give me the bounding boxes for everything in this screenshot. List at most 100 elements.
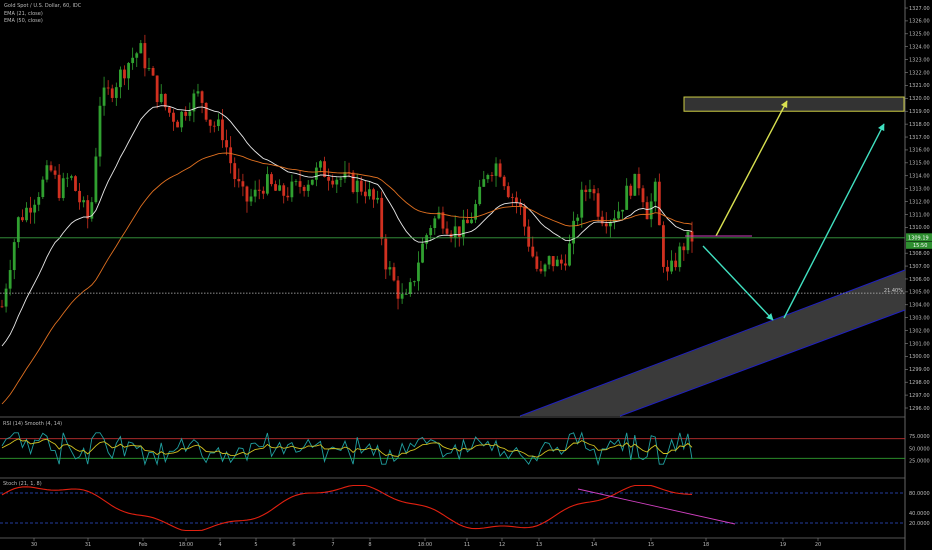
candle-body <box>265 174 269 194</box>
candle-body <box>135 53 139 58</box>
candle-body <box>637 173 641 189</box>
channel-upper-edge <box>519 269 906 417</box>
bullish-arrow-yellow <box>715 100 788 237</box>
candle-body <box>470 219 473 224</box>
price-tick-label: 1303.00 <box>909 315 930 321</box>
candle-body <box>282 185 286 196</box>
candle-body <box>16 217 20 243</box>
time-tick-label: 11 <box>464 542 470 548</box>
candle-body <box>147 67 151 69</box>
price-tick-label: 1302.00 <box>909 328 930 334</box>
candle-body <box>298 181 302 187</box>
candle-body <box>584 189 588 193</box>
price-tick-label: 1297.00 <box>909 393 930 399</box>
candle-body <box>65 177 69 179</box>
candle-body <box>686 231 690 251</box>
legend-ema50: EMA (50, close) <box>4 18 43 24</box>
candle-body <box>151 67 155 76</box>
candle-body <box>237 179 241 182</box>
candle-body <box>670 260 673 272</box>
price-tick-label: 1315.00 <box>909 161 930 167</box>
candle-body <box>527 226 531 247</box>
price-tick-label: 1313.00 <box>909 186 930 192</box>
candle-body <box>555 259 559 267</box>
candle-body <box>335 179 339 185</box>
candle-body <box>506 186 510 198</box>
time-tick-label: 6 <box>292 542 295 548</box>
candle-body <box>478 186 482 205</box>
price-tick-label: 1299.00 <box>909 367 930 373</box>
candle-body <box>257 189 261 191</box>
stoch-divergence-line <box>577 488 736 525</box>
candle-body <box>617 211 620 219</box>
candle-body <box>559 259 563 264</box>
time-tick-label: 18:00 <box>418 542 432 548</box>
price-tick-label: 1308.00 <box>909 251 930 257</box>
candle-body <box>645 202 649 220</box>
price-tick-label: 1296.00 <box>909 406 930 412</box>
candle-body <box>568 243 571 266</box>
candle-body <box>208 119 212 126</box>
candle-body <box>580 189 584 218</box>
candle-body <box>78 190 81 203</box>
price-tick-label: 1305.00 <box>909 290 930 296</box>
price-tick-label: 1321.00 <box>909 83 930 89</box>
candle-body <box>425 235 429 244</box>
candle-body <box>270 174 273 185</box>
candle-body <box>249 196 253 202</box>
candle-body <box>294 181 298 182</box>
candle-body <box>25 207 28 221</box>
candle-body <box>131 57 135 64</box>
price-tick-label: 1324.00 <box>909 45 930 51</box>
candle-body <box>0 306 4 308</box>
time-tick-label: 19 <box>780 542 786 548</box>
candle-body <box>331 180 335 185</box>
candle-body <box>253 189 257 197</box>
price-tick-label: 1317.00 <box>909 135 930 141</box>
candle-body <box>188 111 192 116</box>
candle-body <box>98 105 102 157</box>
candle-body <box>502 176 506 187</box>
candle-body <box>37 197 41 205</box>
candle-body <box>380 197 384 239</box>
price-tick-label: 1298.00 <box>909 380 930 386</box>
fib-level-label: 21.40% <box>884 288 903 294</box>
price-tick-label: 1301.00 <box>909 341 930 347</box>
time-tick-label: 12 <box>499 542 505 548</box>
chart-title: Gold Spot / U.S. Dollar, 60, IDC <box>4 3 82 9</box>
candle-body <box>49 165 53 171</box>
candle-body <box>445 228 449 234</box>
candle-body <box>225 140 228 148</box>
price-tick-label: 1304.00 <box>909 303 930 309</box>
candle-body <box>212 125 216 127</box>
price-tick-label: 1327.00 <box>909 6 930 12</box>
candle-body <box>41 179 45 198</box>
candle-body <box>649 201 653 220</box>
time-tick-label: 15 <box>648 542 654 548</box>
candle-body <box>531 246 535 257</box>
candle-body <box>119 69 122 88</box>
candle-body <box>682 246 686 251</box>
candle-body <box>625 185 629 210</box>
candle-body <box>376 197 380 200</box>
candle-body <box>290 181 294 198</box>
candle-body <box>392 267 396 281</box>
time-tick-label: 30 <box>31 542 37 548</box>
candle-body <box>57 174 61 199</box>
price-tick-label: 1325.00 <box>909 32 930 38</box>
time-tick-label: 18:00 <box>179 542 193 548</box>
candle-body <box>114 87 118 98</box>
candle-body <box>461 219 465 237</box>
time-tick-label: 20 <box>815 542 821 548</box>
time-tick-label: 5 <box>254 542 257 548</box>
price-tick-label: 1311.00 <box>909 212 930 218</box>
candle-body <box>310 179 314 185</box>
price-tick-label: 1307.00 <box>909 264 930 270</box>
candle-body <box>229 147 233 164</box>
candle-body <box>515 197 518 204</box>
candle-body <box>139 43 143 54</box>
candle-body <box>33 204 37 213</box>
candle-body <box>12 242 16 271</box>
candle-body <box>143 43 147 69</box>
candle-body <box>547 256 551 265</box>
